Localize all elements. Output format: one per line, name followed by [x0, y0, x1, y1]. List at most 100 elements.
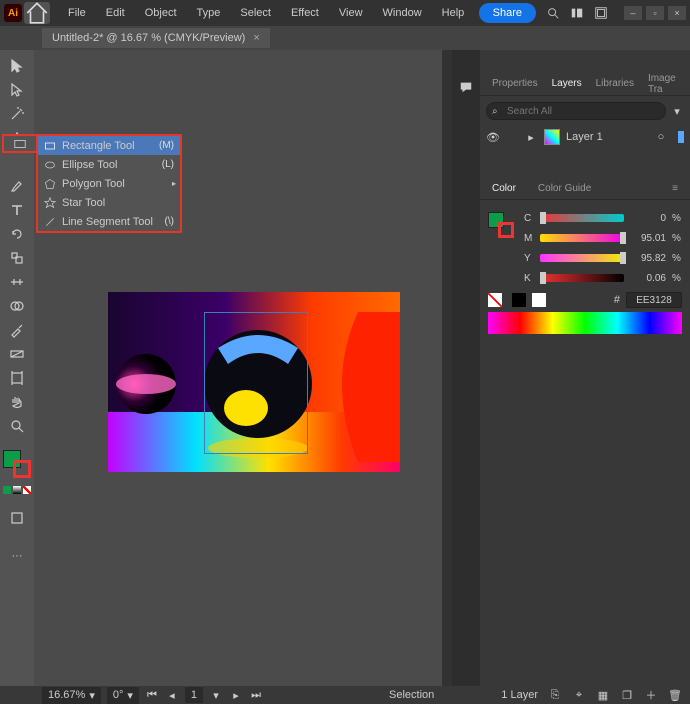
document-tab[interactable]: Untitled-2* @ 16.67 % (CMYK/Preview) ×: [42, 28, 270, 48]
cyan-value[interactable]: 0: [630, 213, 666, 224]
comment-icon[interactable]: [459, 80, 473, 94]
flyout-label: Polygon Tool: [62, 178, 125, 190]
expand-icon[interactable]: ▸: [524, 130, 538, 144]
layer-row[interactable]: 👁 ▸ Layer 1 ○: [486, 126, 684, 148]
artboard-nav-dropdown[interactable]: ▾: [209, 688, 223, 702]
star-icon: [44, 197, 56, 209]
layers-action-icon[interactable]: ⎘: [548, 688, 562, 702]
menu-view[interactable]: View: [331, 3, 371, 23]
delete-layer-icon[interactable]: 🗑: [668, 688, 682, 702]
home-button[interactable]: [24, 2, 50, 24]
arrange-icon[interactable]: [570, 6, 584, 20]
flyout-shortcut: (L): [162, 159, 174, 170]
menu-edit[interactable]: Edit: [98, 3, 133, 23]
cyan-slider[interactable]: [540, 214, 624, 222]
hand-tool[interactable]: [4, 392, 30, 412]
make-clipping-mask-icon[interactable]: ▦: [596, 688, 610, 702]
drawing-mode[interactable]: [4, 508, 30, 528]
new-layer-icon[interactable]: ＋: [644, 688, 658, 702]
paintbrush-tool[interactable]: [4, 176, 30, 196]
menu-object[interactable]: Object: [137, 3, 185, 23]
artboard-tool[interactable]: [4, 368, 30, 388]
flyout-ellipse[interactable]: Ellipse Tool (L): [38, 155, 180, 174]
type-tool[interactable]: [4, 200, 30, 220]
black-slider[interactable]: [540, 274, 624, 282]
layer-name[interactable]: Layer 1: [566, 131, 603, 143]
flyout-rectangle[interactable]: Rectangle Tool (M): [38, 136, 180, 155]
menu-effect[interactable]: Effect: [283, 3, 327, 23]
color-mode-swatches[interactable]: [3, 486, 31, 494]
menu-type[interactable]: Type: [189, 3, 229, 23]
black-slider-row: K 0.06 %: [524, 268, 682, 288]
magenta-value[interactable]: 95.01: [630, 233, 666, 244]
zoom-dropdown[interactable]: 16.67%▾: [42, 687, 101, 704]
flyout-star[interactable]: Star Tool: [38, 193, 180, 212]
filter-icon[interactable]: ▾: [670, 104, 684, 118]
tab-color[interactable]: Color: [486, 179, 522, 198]
first-artboard-icon[interactable]: ⏮: [145, 688, 159, 702]
menu-help[interactable]: Help: [434, 3, 473, 23]
hex-input[interactable]: [626, 292, 682, 308]
share-button[interactable]: Share: [479, 3, 536, 23]
flyout-label: Star Tool: [62, 197, 105, 209]
color-spectrum[interactable]: [488, 312, 682, 334]
menu-file[interactable]: File: [60, 3, 94, 23]
rotate-dropdown[interactable]: 0°▾: [107, 687, 139, 704]
last-artboard-icon[interactable]: ⏭: [249, 688, 263, 702]
arrange2-icon[interactable]: [594, 6, 608, 20]
panel-menu-icon[interactable]: ≡: [684, 74, 690, 93]
tab-properties[interactable]: Properties: [486, 74, 544, 93]
close-tab-icon[interactable]: ×: [253, 32, 259, 44]
tab-libraries[interactable]: Libraries: [590, 74, 640, 93]
menu-window[interactable]: Window: [375, 3, 430, 23]
black-swatch[interactable]: [512, 293, 526, 307]
direct-selection-tool[interactable]: [4, 80, 30, 100]
panel-tabs: Properties Layers Libraries Image Tra ≡: [480, 72, 690, 96]
target-icon[interactable]: ○: [654, 130, 668, 144]
tab-layers[interactable]: Layers: [546, 74, 588, 93]
white-swatch[interactable]: [532, 293, 546, 307]
search-icon: ⌕: [492, 106, 498, 117]
create-sublayer-icon[interactable]: ❐: [620, 688, 634, 702]
yellow-slider[interactable]: [540, 254, 624, 262]
gradient-tool[interactable]: [4, 344, 30, 364]
rotate-tool[interactable]: [4, 224, 30, 244]
flyout-line[interactable]: Line Segment Tool (\): [38, 212, 180, 231]
magenta-slider[interactable]: [540, 234, 624, 242]
panel-menu-icon[interactable]: ≡: [666, 179, 684, 198]
selection-tool[interactable]: [4, 56, 30, 76]
main-menu: File Edit Object Type Select Effect View…: [60, 3, 472, 23]
locate-object-icon[interactable]: ⌖: [572, 688, 586, 702]
edit-toolbar[interactable]: ···: [4, 546, 30, 566]
tab-image-trace[interactable]: Image Tra: [642, 69, 682, 99]
fill-stroke-swatches[interactable]: [3, 450, 31, 478]
flyout-polygon[interactable]: Polygon Tool ▸: [38, 174, 180, 193]
zoom-tool[interactable]: [4, 416, 30, 436]
window-minimize[interactable]: –: [624, 6, 642, 20]
width-tool[interactable]: [4, 272, 30, 292]
magic-wand-tool[interactable]: [4, 104, 30, 124]
color-swatches[interactable]: [488, 208, 518, 268]
visibility-icon[interactable]: 👁: [486, 130, 500, 144]
black-value[interactable]: 0.06: [630, 273, 666, 284]
none-swatch[interactable]: [488, 293, 502, 307]
next-artboard-icon[interactable]: ▸: [229, 688, 243, 702]
window-maximize[interactable]: ▫: [646, 6, 664, 20]
menu-select[interactable]: Select: [232, 3, 279, 23]
stroke-color-swatch[interactable]: [498, 222, 514, 238]
window-close[interactable]: ×: [668, 6, 686, 20]
yellow-value[interactable]: 95.82: [630, 253, 666, 264]
artboard-nav[interactable]: 1: [185, 687, 203, 703]
prev-artboard-icon[interactable]: ◂: [165, 688, 179, 702]
shape-builder-tool[interactable]: [4, 296, 30, 316]
tab-color-guide[interactable]: Color Guide: [532, 179, 597, 198]
search-icon[interactable]: [546, 6, 560, 20]
magenta-label: M: [524, 233, 534, 244]
shape-tool-slot[interactable]: [0, 152, 34, 172]
rectangle-tool-button[interactable]: [2, 134, 36, 153]
scale-tool[interactable]: [4, 248, 30, 268]
layers-search-input[interactable]: [486, 102, 666, 120]
right-panel-group: Properties Layers Libraries Image Tra ≡ …: [480, 50, 690, 686]
eyedropper-tool[interactable]: [4, 320, 30, 340]
stroke-swatch[interactable]: [13, 460, 31, 478]
